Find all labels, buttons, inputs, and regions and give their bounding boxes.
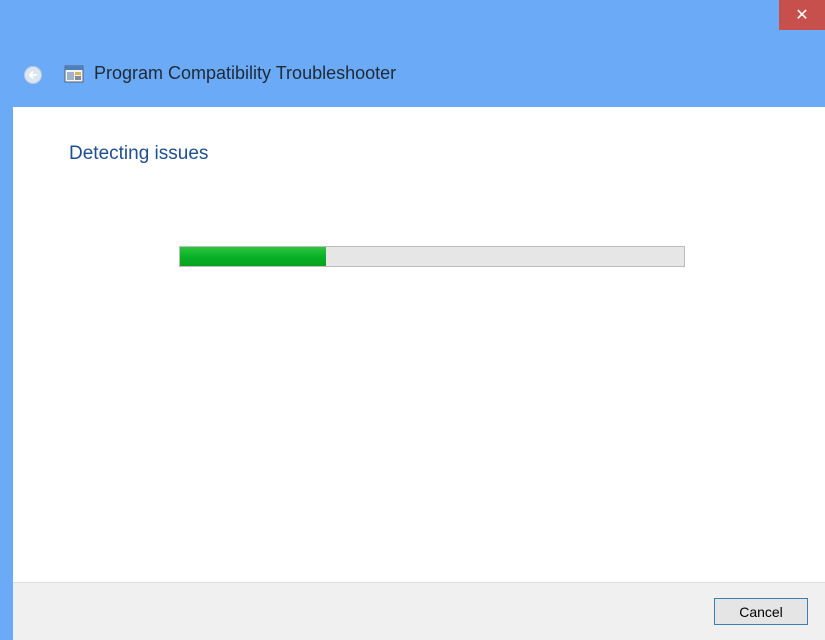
title-bar: Program Compatibility Troubleshooter	[0, 56, 825, 94]
troubleshooter-window: ✕ Program Compatibility Troubleshooter D…	[0, 0, 825, 640]
back-arrow-icon	[28, 71, 37, 79]
progress-bar	[179, 246, 685, 267]
troubleshooter-icon	[64, 65, 84, 83]
close-icon: ✕	[795, 7, 809, 24]
close-button[interactable]: ✕	[779, 0, 825, 30]
window-title: Program Compatibility Troubleshooter	[94, 63, 397, 83]
progress-bar-fill	[180, 247, 327, 266]
back-button[interactable]	[24, 66, 42, 84]
page-heading: Detecting issues	[69, 143, 209, 164]
footer-bar: Cancel	[13, 582, 825, 640]
content-panel: Detecting issues Cancel	[13, 107, 825, 640]
cancel-button[interactable]: Cancel	[714, 598, 808, 625]
